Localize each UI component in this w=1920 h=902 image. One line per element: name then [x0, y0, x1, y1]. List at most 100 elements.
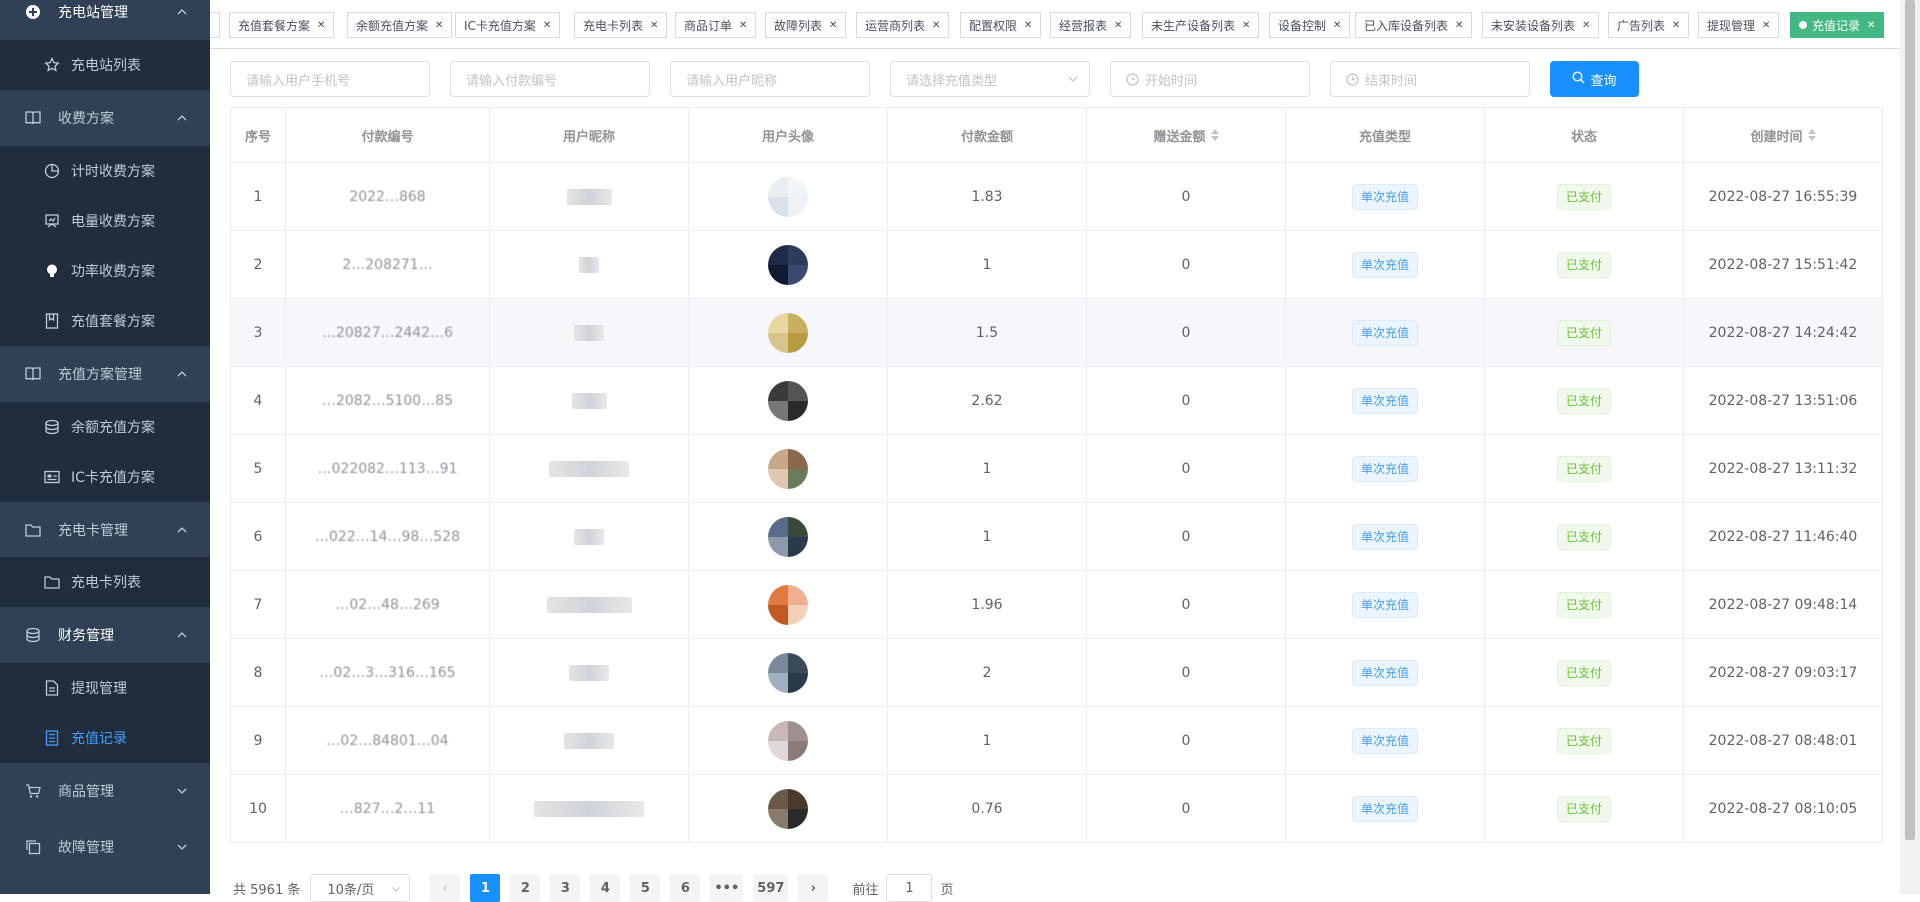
tag-item[interactable]: 余额充值方案 ✕	[347, 12, 453, 38]
menu-fault[interactable]: 故障管理	[0, 822, 210, 872]
menu-station-list[interactable]: 充电站列表	[0, 40, 210, 90]
recharge-type-tag: 单次充值	[1351, 387, 1418, 414]
close-icon[interactable]: ✕	[829, 20, 837, 31]
table-row[interactable]: 9 …02…84801…04 1 0 单次充值 已支付 2022-08-27 08:48:0…	[231, 707, 1884, 775]
close-icon[interactable]: ✕	[435, 20, 443, 31]
tag-item[interactable]: 商品订单 ✕	[675, 12, 757, 38]
close-icon[interactable]: ✕	[1333, 20, 1341, 31]
close-icon[interactable]: ✕	[650, 20, 658, 31]
nickname-input[interactable]: 请输入用户昵称	[670, 61, 870, 97]
page-number[interactable]: 1	[470, 874, 501, 902]
tag-item[interactable]: 未安装设备列表 ✕	[1482, 12, 1600, 38]
table-row[interactable]: 7 …02…48…269 1.96 0 单次充值 已支付 2022-08-27 09:48:…	[231, 571, 1884, 639]
menu-recharge-plan[interactable]: 充值方案管理	[0, 349, 210, 399]
tag-item[interactable]: IC卡充值方案 ✕	[455, 12, 561, 38]
menu-energy-fee[interactable]: 电量收费方案	[0, 196, 210, 246]
next-page-button[interactable]: ›	[798, 874, 829, 902]
table-row[interactable]: 5 …022082…113…91 1 0 单次充值 已支付 2022-08-27 13:11…	[231, 435, 1884, 503]
menu-power-fee[interactable]: 功率收费方案	[0, 246, 210, 296]
menu-time-fee[interactable]: 计时收费方案	[0, 146, 210, 196]
tag-item-active[interactable]: 充值记录 ✕	[1790, 12, 1885, 38]
close-icon[interactable]: ✕	[317, 20, 325, 31]
close-icon[interactable]: ✕	[1762, 20, 1770, 31]
tag-item[interactable]: 已入库设备列表 ✕	[1355, 12, 1473, 38]
page-number[interactable]: 597	[753, 874, 789, 902]
cell-nickname	[490, 367, 689, 435]
page-number[interactable]: 6	[670, 874, 701, 902]
cell-nickname	[490, 571, 689, 639]
cell-nickname	[490, 707, 689, 775]
page-number[interactable]: 4	[590, 874, 621, 902]
tag-overflow[interactable]	[210, 12, 220, 38]
document-icon	[43, 679, 61, 697]
table-row[interactable]: 1 2022…868 1.83 0 单次充值 已支付 2022-08-27 16:55:39	[231, 163, 1884, 231]
page-scrollbar[interactable]	[1900, 0, 1920, 894]
sort-icon[interactable]	[1807, 129, 1816, 141]
coins-icon	[43, 418, 61, 436]
close-icon[interactable]: ✕	[1024, 20, 1032, 31]
query-button[interactable]: 查询	[1550, 61, 1639, 97]
page-number[interactable]: 5	[630, 874, 661, 902]
cell-created-time: 2022-08-27 16:55:39	[1684, 163, 1883, 231]
close-icon[interactable]: ✕	[1867, 20, 1875, 31]
payment-no-input[interactable]: 请输入付款编号	[450, 61, 650, 97]
page-size-select[interactable]: 10条/页	[310, 874, 411, 902]
column-header: 序号	[231, 108, 286, 163]
sort-icon[interactable]	[1210, 129, 1219, 141]
tag-item[interactable]: 设备控制 ✕	[1269, 12, 1351, 38]
tag-item[interactable]: 运营商列表 ✕	[856, 12, 950, 38]
status-badge: 已支付	[1556, 523, 1611, 550]
menu-recharge-records[interactable]: 充值记录	[0, 713, 210, 763]
tag-item[interactable]: 广告列表 ✕	[1608, 12, 1690, 38]
close-icon[interactable]: ✕	[1582, 20, 1590, 31]
start-time-picker[interactable]: 开始时间	[1110, 61, 1310, 97]
menu-finance[interactable]: 财务管理	[0, 610, 210, 660]
menu-card-list[interactable]: 充电卡列表	[0, 557, 210, 607]
tag-item[interactable]: 未生产设备列表 ✕	[1142, 12, 1260, 38]
cell-nickname	[490, 503, 689, 571]
close-icon[interactable]: ✕	[739, 20, 747, 31]
tag-item[interactable]: 提现管理 ✕	[1698, 12, 1780, 38]
close-icon[interactable]: ✕	[1455, 20, 1463, 31]
page-number[interactable]: 3	[550, 874, 581, 902]
close-icon[interactable]: ✕	[1672, 20, 1680, 31]
table-row[interactable]: 4 …2082…5100…85 2.62 0 单次充值 已支付 2022-08-27 13:…	[231, 367, 1884, 435]
nickname-redacted	[566, 188, 612, 205]
more-pages-button[interactable]: •••	[710, 874, 744, 902]
recharge-type-select[interactable]: 请选择充值类型	[890, 61, 1090, 97]
phone-input[interactable]: 请输入用户手机号	[230, 61, 430, 97]
cell-nickname	[490, 775, 689, 843]
menu-charging-station[interactable]: 充电站管理	[0, 0, 210, 37]
close-icon[interactable]: ✕	[1114, 20, 1122, 31]
menu-fee-plan[interactable]: 收费方案	[0, 93, 210, 143]
tag-item[interactable]: 充电卡列表 ✕	[574, 12, 668, 38]
tag-item[interactable]: 充值套餐方案 ✕	[229, 12, 335, 38]
table-row[interactable]: 8 …02…3…316…165 2 0 单次充值 已支付 2022-08-27 09:03:…	[231, 639, 1884, 707]
menu-card-management[interactable]: 充电卡管理	[0, 505, 210, 555]
tag-item[interactable]: 故障列表 ✕	[765, 12, 847, 38]
menu-withdraw[interactable]: 提现管理	[0, 663, 210, 713]
close-icon[interactable]: ✕	[932, 20, 940, 31]
tag-item[interactable]: 配置权限 ✕	[960, 12, 1042, 38]
tag-item[interactable]: 经营报表 ✕	[1050, 12, 1132, 38]
close-icon[interactable]: ✕	[543, 20, 551, 31]
nickname-redacted	[546, 596, 632, 613]
goto-page-input[interactable]: 1	[886, 874, 933, 902]
menu-package-plan[interactable]: 充值套餐方案	[0, 296, 210, 346]
end-time-picker[interactable]: 结束时间	[1330, 61, 1530, 97]
menu-goods[interactable]: 商品管理	[0, 766, 210, 816]
table-row[interactable]: 10 …827…2…11 0.76 0 单次充值 已支付 2022-08-27 08:10:…	[231, 775, 1884, 843]
close-icon[interactable]: ✕	[1242, 20, 1250, 31]
prev-page-button[interactable]: ‹	[430, 874, 461, 902]
scroll-thumb[interactable]	[1905, 0, 1915, 840]
table-row[interactable]: 2 2…208271… 1 0 单次充值 已支付 2022-08-27 15:51:42	[231, 231, 1884, 299]
menu-balance-recharge[interactable]: 余额充值方案	[0, 402, 210, 452]
page-number[interactable]: 2	[510, 874, 541, 902]
table-row[interactable]: 6 …022…14…98…528 1 0 单次充值 已支付 2022-08-27 11:46…	[231, 503, 1884, 571]
column-header-sortable[interactable]: 创建时间	[1684, 108, 1883, 163]
table-row[interactable]: 3 …20827…2442…6 1.5 0 单次充值 已支付 2022-08-27 14:2…	[231, 299, 1884, 367]
easel-icon	[43, 212, 61, 230]
column-header-sortable[interactable]: 赠送金额	[1087, 108, 1286, 163]
tag-label: 广告列表	[1617, 18, 1666, 33]
menu-ic-recharge[interactable]: IC卡充值方案	[0, 452, 210, 502]
